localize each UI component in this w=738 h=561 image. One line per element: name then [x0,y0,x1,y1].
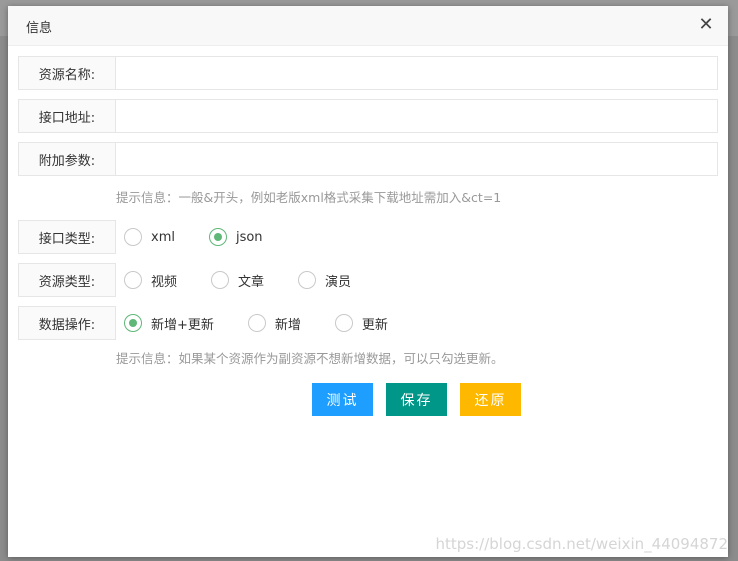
resource-name-row: 资源名称: [18,56,718,90]
radio-label: 更新 [361,317,388,333]
data-op-label: 数据操作: [18,306,116,340]
resource-type-radio-article[interactable]: 文章 [211,271,264,290]
data-op-radio-group: 新增+更新 新增 更新 [116,306,422,340]
radio-checked-icon [124,314,142,332]
resource-type-radio-video[interactable]: 视频 [124,271,177,290]
dialog-title: 信息 [26,21,53,36]
data-op-radio-update[interactable]: 更新 [334,314,388,333]
api-url-label: 接口地址: [18,99,116,133]
resource-type-radio-actor[interactable]: 演员 [298,271,351,290]
watermark-text: https://blog.csdn.net/weixin_44094872 [435,535,728,553]
params-hint: 提示信息：一般&开头，例如老版xml格式采集下载地址需加入&ct=1 [116,190,502,205]
radio-label: xml [151,229,175,245]
resource-type-row: 资源类型: 视频 文章 演员 [18,263,385,297]
resource-type-label: 资源类型: [18,263,116,297]
radio-checked-icon [208,228,227,246]
radio-label: json [235,229,263,245]
data-op-hint: 提示信息：如果某个资源作为副资源不想新增数据，可以只勾选更新。 [116,351,504,366]
save-button[interactable]: 保存 [386,383,447,416]
data-op-radio-add-update[interactable]: 新增+更新 [124,314,214,333]
radio-circle-icon [334,314,353,332]
extra-params-row: 附加参数: [18,142,718,176]
radio-label: 新增+更新 [151,317,214,333]
dialog-header: 信息 ✕ [8,6,728,46]
api-type-row: 接口类型: xml json [18,220,297,254]
reset-button[interactable]: 还原 [460,383,521,416]
radio-label: 新增 [274,317,301,333]
api-url-row: 接口地址: [18,99,718,133]
resource-name-input[interactable] [116,56,718,90]
radio-circle-icon [124,228,142,246]
data-op-radio-add[interactable]: 新增 [247,314,301,333]
action-buttons: 测试 保存 还原 [312,383,534,416]
api-type-radio-group: xml json [116,220,297,254]
radio-label: 视频 [151,274,178,290]
api-type-label: 接口类型: [18,220,116,254]
radio-circle-icon [247,314,266,332]
info-dialog: 信息 ✕ 资源名称: 接口地址: 附加参数: 提示信息：一般&开头，例如老版xm… [8,6,728,557]
close-icon[interactable]: ✕ [696,15,716,35]
resource-name-label: 资源名称: [18,56,116,90]
data-op-row: 数据操作: 新增+更新 新增 更新 [18,306,422,340]
radio-label: 演员 [325,274,352,290]
extra-params-label: 附加参数: [18,142,116,176]
extra-params-input[interactable] [116,142,718,176]
resource-type-radio-group: 视频 文章 演员 [116,263,385,297]
test-button[interactable]: 测试 [312,383,373,416]
api-type-radio-json[interactable]: json [208,228,263,246]
api-url-input[interactable] [116,99,718,133]
api-type-radio-xml[interactable]: xml [124,228,175,246]
radio-circle-icon [211,271,230,289]
radio-circle-icon [124,271,142,289]
radio-circle-icon [298,271,317,289]
radio-label: 文章 [238,274,265,290]
